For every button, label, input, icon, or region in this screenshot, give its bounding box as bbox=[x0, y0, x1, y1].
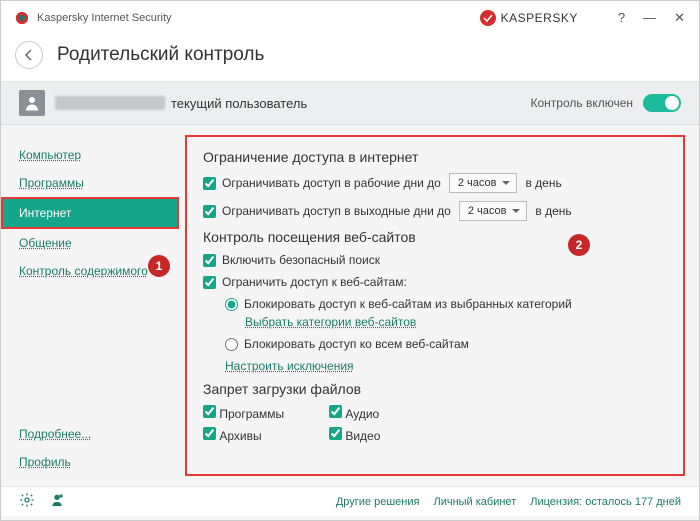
section-internet-limit-title: Ограничение доступа в интернет bbox=[203, 149, 667, 165]
sidebar: Компьютер Программы Интернет Общение Кон… bbox=[1, 125, 179, 486]
dl-audio-checkbox[interactable]: Аудио bbox=[329, 405, 439, 421]
block-categories-radio[interactable]: Блокировать доступ к веб-сайтам из выбра… bbox=[225, 297, 572, 311]
block-all-radio[interactable]: Блокировать доступ ко всем веб-сайтам bbox=[225, 337, 469, 351]
annotation-badge-2: 2 bbox=[568, 234, 590, 256]
block-all-input[interactable] bbox=[225, 338, 238, 351]
control-toggle[interactable] bbox=[643, 94, 681, 112]
sidebar-more-link[interactable]: Подробнее... bbox=[19, 427, 91, 441]
settings-panel: Ограничение доступа в интернет Ограничив… bbox=[185, 135, 685, 476]
limit-sites-checkbox[interactable]: Ограничить доступ к веб-сайтам: bbox=[203, 275, 407, 289]
footer-account[interactable]: Личный кабинет bbox=[433, 496, 516, 508]
sidebar-item-internet[interactable]: Интернет bbox=[19, 206, 71, 220]
sidebar-profile-link[interactable]: Профиль bbox=[19, 455, 71, 469]
back-button[interactable] bbox=[15, 41, 43, 69]
sidebar-item-chat[interactable]: Общение bbox=[19, 236, 72, 250]
minimize-button[interactable]: — bbox=[643, 10, 656, 26]
page-title: Родительский контроль bbox=[57, 44, 264, 66]
limit-weekend-input[interactable] bbox=[203, 205, 216, 218]
dl-programs-checkbox[interactable]: Программы bbox=[203, 405, 313, 421]
app-title: Kaspersky Internet Security bbox=[37, 12, 172, 24]
dl-video-checkbox[interactable]: Видео bbox=[329, 427, 439, 443]
sidebar-item-computer[interactable]: Компьютер bbox=[19, 148, 81, 162]
section-web-control-title: Контроль посещения веб-сайтов bbox=[203, 229, 667, 245]
exceptions-link[interactable]: Настроить исключения bbox=[225, 359, 354, 373]
limit-sites-input[interactable] bbox=[203, 276, 216, 289]
username-redacted bbox=[55, 96, 165, 110]
block-categories-input[interactable] bbox=[225, 298, 238, 311]
support-icon[interactable] bbox=[49, 492, 65, 511]
footer-other-solutions[interactable]: Другие решения bbox=[336, 496, 420, 508]
brand-logo: KASPERSKY bbox=[479, 9, 578, 27]
annotation-badge-1: 1 bbox=[148, 255, 170, 277]
app-logo-icon bbox=[15, 11, 29, 25]
limit-weekday-input[interactable] bbox=[203, 177, 216, 190]
close-button[interactable]: ✕ bbox=[674, 10, 685, 26]
dl-archives-checkbox[interactable]: Архивы bbox=[203, 427, 313, 443]
avatar bbox=[19, 90, 45, 116]
sidebar-item-content-control[interactable]: Контроль содержимого bbox=[19, 264, 148, 278]
choose-categories-link[interactable]: Выбрать категории веб-сайтов bbox=[245, 315, 416, 329]
weekend-hours-select[interactable]: 2 часов bbox=[459, 201, 528, 221]
control-enabled-label: Контроль включен bbox=[530, 96, 633, 110]
help-button[interactable]: ? bbox=[618, 10, 625, 26]
limit-weekend-checkbox[interactable]: Ограничивать доступ в выходные дни до bbox=[203, 204, 451, 218]
sidebar-item-programs[interactable]: Программы bbox=[19, 176, 84, 190]
limit-weekday-checkbox[interactable]: Ограничивать доступ в рабочие дни до bbox=[203, 176, 441, 190]
safe-search-checkbox[interactable]: Включить безопасный поиск bbox=[203, 253, 380, 267]
current-user-label: текущий пользователь bbox=[171, 96, 307, 111]
footer-license[interactable]: Лицензия: осталось 177 дней bbox=[530, 496, 681, 508]
gear-icon[interactable] bbox=[19, 492, 35, 511]
safe-search-input[interactable] bbox=[203, 254, 216, 267]
weekday-hours-select[interactable]: 2 часов bbox=[449, 173, 518, 193]
section-download-ban-title: Запрет загрузки файлов bbox=[203, 381, 667, 397]
